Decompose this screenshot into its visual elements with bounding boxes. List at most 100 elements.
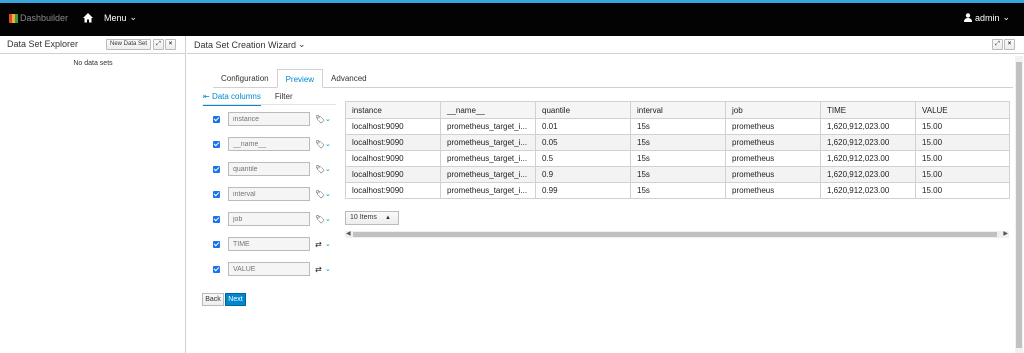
chevron-down-icon[interactable]: ⌄ <box>325 165 331 173</box>
chevron-down-icon[interactable]: ⌄ <box>325 265 331 273</box>
user-name: admin <box>974 12 1000 23</box>
column-name-input[interactable] <box>228 112 310 126</box>
tab-advanced[interactable]: Advanced <box>323 69 375 88</box>
table-cell: prometheus_target_i... <box>440 182 536 199</box>
chevron-down-icon[interactable]: ⌄ <box>325 140 331 148</box>
preview-table: instance __name__ quantile interval job … <box>345 101 1010 199</box>
user-menu[interactable]: admin ⌄ <box>963 12 1010 23</box>
horizontal-scroll-thumb[interactable] <box>353 232 997 237</box>
column-row: ⇄ ⌄ <box>213 262 331 276</box>
number-icon[interactable]: ⇄ <box>315 265 325 274</box>
table-row[interactable]: localhost:9090 prometheus_target_i... 0.… <box>345 134 1010 151</box>
column-name-input[interactable] <box>228 212 310 226</box>
table-row[interactable]: localhost:9090 prometheus_target_i... 0.… <box>345 166 1010 183</box>
maximize-icon[interactable]: ⤢ <box>992 39 1003 50</box>
tag-icon[interactable]: 🏷 <box>315 140 325 149</box>
table-cell: 15.00 <box>915 134 1010 151</box>
column-row: 🏷 ⌄ <box>213 187 331 201</box>
table-row[interactable]: localhost:9090 prometheus_target_i... 0.… <box>345 118 1010 135</box>
new-data-set-button[interactable]: New Data Set <box>106 39 151 50</box>
close-icon[interactable]: × <box>165 39 176 50</box>
table-cell: 15s <box>630 182 726 199</box>
tag-icon[interactable]: 🏷 <box>315 215 325 224</box>
data-set-explorer-panel: Data Set Explorer New Data Set ⤢ × No da… <box>0 36 186 353</box>
page-size-select[interactable]: 10 Items ▲ <box>345 211 399 225</box>
brand[interactable]: Dashbuilder <box>9 13 68 23</box>
column-checkbox[interactable] <box>213 215 220 223</box>
subtab-data-columns-label: Data columns <box>211 92 261 101</box>
table-cell: 15.00 <box>915 182 1010 199</box>
page-size-label: 10 Items <box>350 214 377 221</box>
wizard-title[interactable]: Data Set Creation Wizard ⌄ <box>194 39 306 50</box>
table-cell: localhost:9090 <box>345 182 441 199</box>
table-cell: localhost:9090 <box>345 118 441 135</box>
column-checkbox[interactable] <box>213 240 220 248</box>
column-name-input[interactable] <box>228 187 310 201</box>
subtab-divider <box>203 104 336 105</box>
vertical-scrollbar[interactable] <box>1015 56 1023 353</box>
table-cell: 15.00 <box>915 166 1010 183</box>
table-cell: 1,620,912,023.00 <box>820 150 916 167</box>
column-name-input[interactable] <box>228 162 310 176</box>
close-icon[interactable]: × <box>1004 39 1015 50</box>
chevron-down-icon[interactable]: ⌄ <box>325 190 331 198</box>
chevron-down-icon[interactable]: ⌄ <box>325 240 331 248</box>
user-icon <box>963 13 972 22</box>
tab-preview[interactable]: Preview <box>276 69 324 88</box>
column-name-input[interactable] <box>228 137 310 151</box>
tab-configuration[interactable]: Configuration <box>213 69 277 88</box>
column-checkbox[interactable] <box>213 165 220 173</box>
column-header[interactable]: TIME <box>820 101 916 119</box>
column-checkbox[interactable] <box>213 140 220 148</box>
table-cell: 15s <box>630 118 726 135</box>
table-cell: 0.99 <box>535 182 631 199</box>
table-cell: prometheus <box>725 118 821 135</box>
wizard-header: Data Set Creation Wizard ⌄ ⤢ × <box>187 36 1024 54</box>
table-header-row: instance __name__ quantile interval job … <box>345 101 1010 119</box>
next-button[interactable]: Next <box>225 293 246 306</box>
back-button[interactable]: Back <box>202 293 224 306</box>
scroll-left-icon[interactable]: ◀ <box>346 230 351 237</box>
horizontal-scrollbar[interactable]: ◀ ▶ <box>345 231 1009 238</box>
number-icon[interactable]: ⇄ <box>315 240 325 249</box>
table-cell: 0.05 <box>535 134 631 151</box>
column-row: 🏷 ⌄ <box>213 162 331 176</box>
chevron-down-icon[interactable]: ⌄ <box>325 215 331 223</box>
column-header[interactable]: instance <box>345 101 441 119</box>
table-cell: 1,620,912,023.00 <box>820 134 916 151</box>
tag-icon[interactable]: 🏷 <box>315 190 325 199</box>
column-name-input[interactable] <box>228 237 310 251</box>
scroll-right-icon[interactable]: ▶ <box>1003 230 1008 237</box>
table-cell: 15.00 <box>915 150 1010 167</box>
vertical-scroll-thumb[interactable] <box>1016 62 1022 348</box>
table-row[interactable]: localhost:9090 prometheus_target_i... 0.… <box>345 182 1010 199</box>
table-cell: 15s <box>630 150 726 167</box>
chevron-up-icon: ▲ <box>385 215 391 221</box>
column-header[interactable]: interval <box>630 101 726 119</box>
column-header[interactable]: job <box>725 101 821 119</box>
wizard-title-text: Data Set Creation Wizard <box>194 39 297 50</box>
column-row: 🏷 ⌄ <box>213 137 331 151</box>
column-checkbox[interactable] <box>213 265 220 273</box>
home-icon[interactable] <box>82 12 94 24</box>
table-cell: 15s <box>630 166 726 183</box>
column-header[interactable]: __name__ <box>440 101 536 119</box>
maximize-icon[interactable]: ⤢ <box>153 39 164 50</box>
tag-icon[interactable]: 🏷 <box>315 165 325 174</box>
chevron-down-icon: ⌄ <box>298 39 306 49</box>
column-header[interactable]: VALUE <box>915 101 1010 119</box>
tag-icon[interactable]: 🏷 <box>315 115 325 124</box>
chevron-down-icon[interactable]: ⌄ <box>325 115 331 123</box>
table-cell: prometheus_target_i... <box>440 166 536 183</box>
table-cell: prometheus <box>725 182 821 199</box>
column-checkbox[interactable] <box>213 115 220 123</box>
column-checkbox[interactable] <box>213 190 220 198</box>
menu-dropdown[interactable]: Menu ⌄ <box>104 12 137 23</box>
table-row[interactable]: localhost:9090 prometheus_target_i... 0.… <box>345 150 1010 167</box>
column-row: 🏷 ⌄ <box>213 112 331 126</box>
column-header[interactable]: quantile <box>535 101 631 119</box>
column-name-input[interactable] <box>228 262 310 276</box>
explorer-header: Data Set Explorer New Data Set ⤢ × <box>0 36 185 54</box>
table-cell: 1,620,912,023.00 <box>820 182 916 199</box>
chevron-down-icon: ⌄ <box>1002 12 1010 22</box>
